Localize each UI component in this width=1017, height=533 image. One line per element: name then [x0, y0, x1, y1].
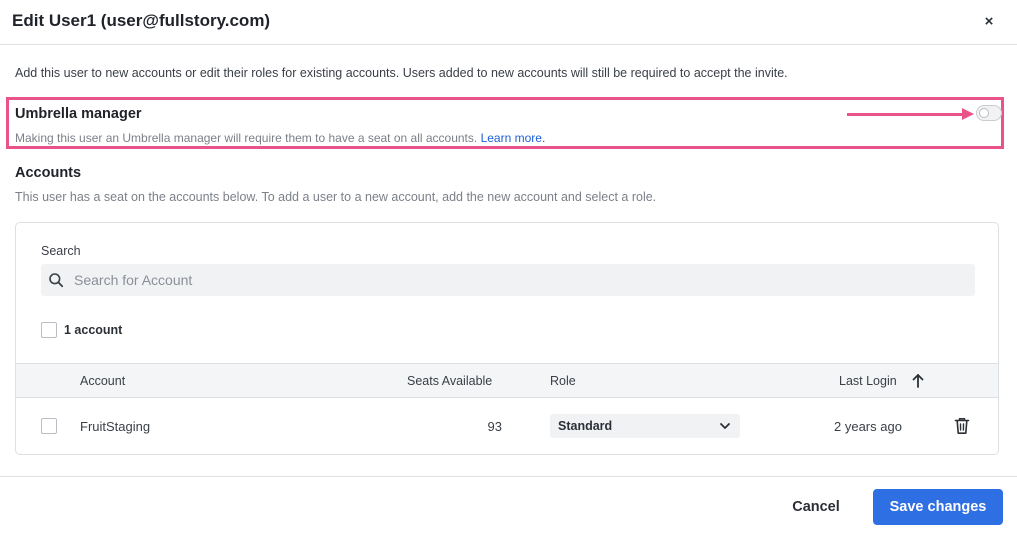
select-all-checkbox[interactable]: [41, 322, 57, 338]
search-box: [41, 264, 975, 296]
umbrella-manager-section: Umbrella manager Making this user an Umb…: [6, 97, 1004, 149]
column-last-login[interactable]: Last Login: [839, 374, 897, 388]
close-icon[interactable]: ×: [979, 12, 999, 32]
cancel-button[interactable]: Cancel: [775, 489, 857, 525]
annotation-arrow-head: [962, 108, 974, 120]
search-input[interactable]: [74, 264, 964, 296]
account-name: FruitStaging: [80, 419, 151, 434]
intro-text: Add this user to new accounts or edit th…: [15, 66, 788, 80]
umbrella-description-text: Making this user an Umbrella manager wil…: [15, 131, 478, 145]
umbrella-manager-toggle[interactable]: [976, 105, 1002, 121]
last-login-value: 2 years ago: [834, 419, 902, 434]
chevron-down-icon: [720, 423, 730, 429]
modal-title: Edit User1 (user@fullstory.com): [12, 11, 271, 30]
column-role[interactable]: Role: [550, 374, 576, 388]
table-header: Account Seats Available Role Last Login: [16, 363, 998, 398]
search-label: Search: [41, 244, 81, 258]
modal-header: Edit User1 (user@fullstory.com) ×: [0, 0, 1017, 45]
row-checkbox[interactable]: [41, 418, 57, 434]
select-all-label: 1 account: [64, 323, 123, 337]
column-account[interactable]: Account: [80, 374, 125, 388]
search-icon: [49, 273, 64, 288]
trash-icon[interactable]: [954, 417, 970, 435]
arrow-up-icon[interactable]: [911, 373, 925, 388]
accounts-panel: Search 1 account Account Seats Available…: [15, 222, 999, 455]
role-value: Standard: [558, 419, 613, 433]
seats-available-value: 93: [487, 419, 502, 434]
save-changes-button[interactable]: Save changes: [873, 489, 1003, 525]
accounts-title: Accounts: [15, 165, 82, 181]
learn-more-link[interactable]: Learn more.: [481, 131, 546, 145]
toggle-knob: [979, 108, 989, 118]
umbrella-manager-description: Making this user an Umbrella manager wil…: [15, 131, 545, 145]
umbrella-manager-title: Umbrella manager: [15, 106, 142, 122]
annotation-arrow-line: [847, 113, 967, 116]
footer-divider: [0, 476, 1017, 477]
role-select[interactable]: Standard: [550, 414, 740, 438]
column-seats-available[interactable]: Seats Available: [407, 374, 492, 388]
table-row: FruitStaging 93 Standard 2 years ago: [16, 398, 998, 454]
accounts-description: This user has a seat on the accounts bel…: [15, 190, 657, 204]
